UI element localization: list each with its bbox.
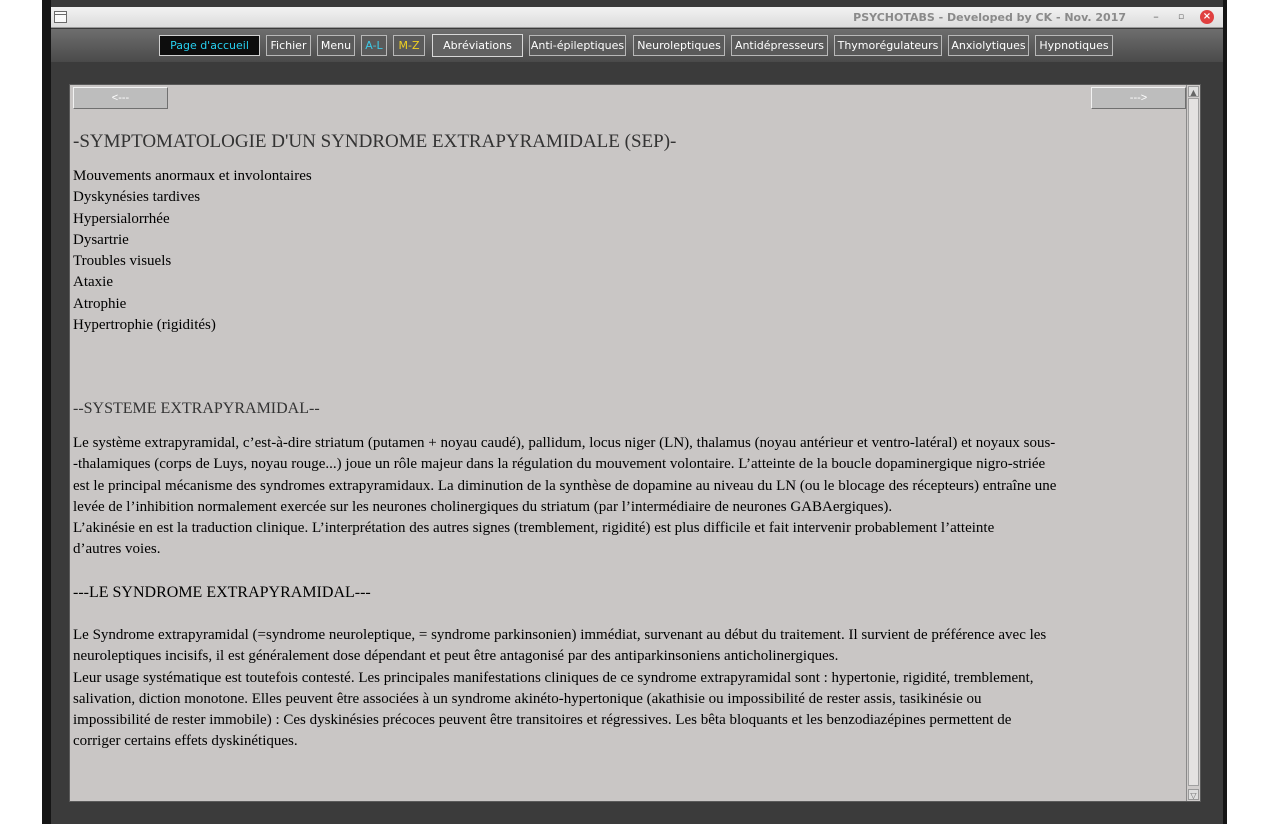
list-item: Hypersialorrhée [73, 210, 170, 227]
text-line: impossibilité de rester immobile) : Ces … [73, 712, 1012, 729]
fichier-button[interactable]: Fichier [266, 35, 311, 56]
list-item: Hypertrophie (rigidités) [73, 317, 216, 334]
window-icon[interactable] [54, 11, 67, 23]
list-item: Mouvements anormaux et involontaires [73, 168, 312, 184]
home-button[interactable]: Page d'accueil [159, 35, 260, 56]
minimize-icon[interactable]: – [1149, 10, 1163, 24]
text-line: d’autres voies. [73, 541, 161, 558]
window-title: PSYCHOTABS - Developed by CK - Nov. 2017 [853, 11, 1126, 24]
list-item: Dysartrie [73, 231, 129, 248]
close-icon[interactable]: × [1200, 10, 1214, 24]
scrollbar-thumb[interactable] [1188, 98, 1199, 786]
paragraph-syndrome: Le Syndrome extrapyramidal (=syndrome ne… [73, 625, 1046, 753]
text-line: Le Syndrome extrapyramidal (=syndrome ne… [73, 627, 1047, 643]
antidepresseurs-button[interactable]: Antidépresseurs [731, 35, 828, 56]
thymoregulateurs-button[interactable]: Thymorégulateurs [834, 35, 942, 56]
a-l-button[interactable]: A-L [361, 35, 387, 56]
text-line: Leur usage systématique est toutefois co… [73, 669, 1034, 686]
right-desktop-strip [1223, 0, 1227, 824]
text-line: levée de l’inhibition normalement exercé… [73, 498, 893, 515]
maximize-icon[interactable]: ▫ [1174, 10, 1188, 24]
symptom-list: Mouvements anormaux et involontaires Dys… [73, 166, 312, 336]
hypnotiques-button[interactable]: Hypnotiques [1035, 35, 1113, 56]
document-content: <--- ---> -SYMPTOMATOLOGIE D'UN SYNDROME… [70, 85, 1186, 801]
title-bar[interactable]: PSYCHOTABS - Developed by CK - Nov. 2017… [51, 7, 1223, 28]
scroll-down-icon[interactable]: ▽ [1188, 789, 1199, 800]
text-line: est le principal mécanisme des syndromes… [73, 477, 1057, 494]
anti-epileptiques-button[interactable]: Anti-épileptiques [529, 35, 626, 56]
heading-symptomatologie: -SYMPTOMATOLOGIE D'UN SYNDROME EXTRAPYRA… [73, 131, 677, 152]
list-item: Troubles visuels [73, 253, 172, 270]
scroll-up-icon[interactable]: ▲ [1188, 86, 1199, 97]
app-window: PSYCHOTABS - Developed by CK - Nov. 2017… [51, 0, 1223, 824]
abbreviations-button[interactable]: Abréviations [432, 34, 523, 57]
text-line: neuroleptiques incisifs, il est générale… [73, 648, 839, 665]
left-desktop-strip [42, 0, 51, 824]
previous-page-button[interactable]: <--- [73, 87, 168, 109]
text-line: -thalamiques (corps de Luys, noyau rouge… [73, 456, 1046, 473]
list-item: Dyskynésies tardives [73, 189, 201, 206]
paragraph-systeme: Le système extrapyramidal, c’est-à-dire … [73, 433, 1056, 561]
vertical-scrollbar[interactable]: ▲ ▽ [1186, 85, 1200, 801]
m-z-button[interactable]: M-Z [393, 35, 425, 56]
content-frame: <--- ---> -SYMPTOMATOLOGIE D'UN SYNDROME… [51, 62, 1223, 824]
text-line: L’akinésie en est la traduction clinique… [73, 520, 995, 537]
menu-button[interactable]: Menu [317, 35, 355, 56]
text-line: Le système extrapyramidal, c’est-à-dire … [73, 435, 1056, 451]
heading-systeme-extrapyramidal: --SYSTEME EXTRAPYRAMIDAL-- [73, 400, 320, 417]
text-line: corriger certains effets dyskinétiques. [73, 733, 298, 750]
toolbar: Page d'accueil Fichier Menu A-L M-Z Abré… [51, 29, 1223, 62]
neuroleptiques-button[interactable]: Neuroleptiques [633, 35, 725, 56]
anxiolytiques-button[interactable]: Anxiolytiques [948, 35, 1029, 56]
heading-le-syndrome: ---LE SYNDROME EXTRAPYRAMIDAL--- [73, 584, 371, 601]
list-item: Atrophie [73, 295, 127, 312]
next-page-button[interactable]: ---> [1091, 87, 1186, 109]
text-line: salivation, diction monotone. Elles peuv… [73, 690, 982, 707]
document-panel: <--- ---> -SYMPTOMATOLOGIE D'UN SYNDROME… [69, 84, 1201, 802]
list-item: Ataxie [73, 274, 113, 291]
